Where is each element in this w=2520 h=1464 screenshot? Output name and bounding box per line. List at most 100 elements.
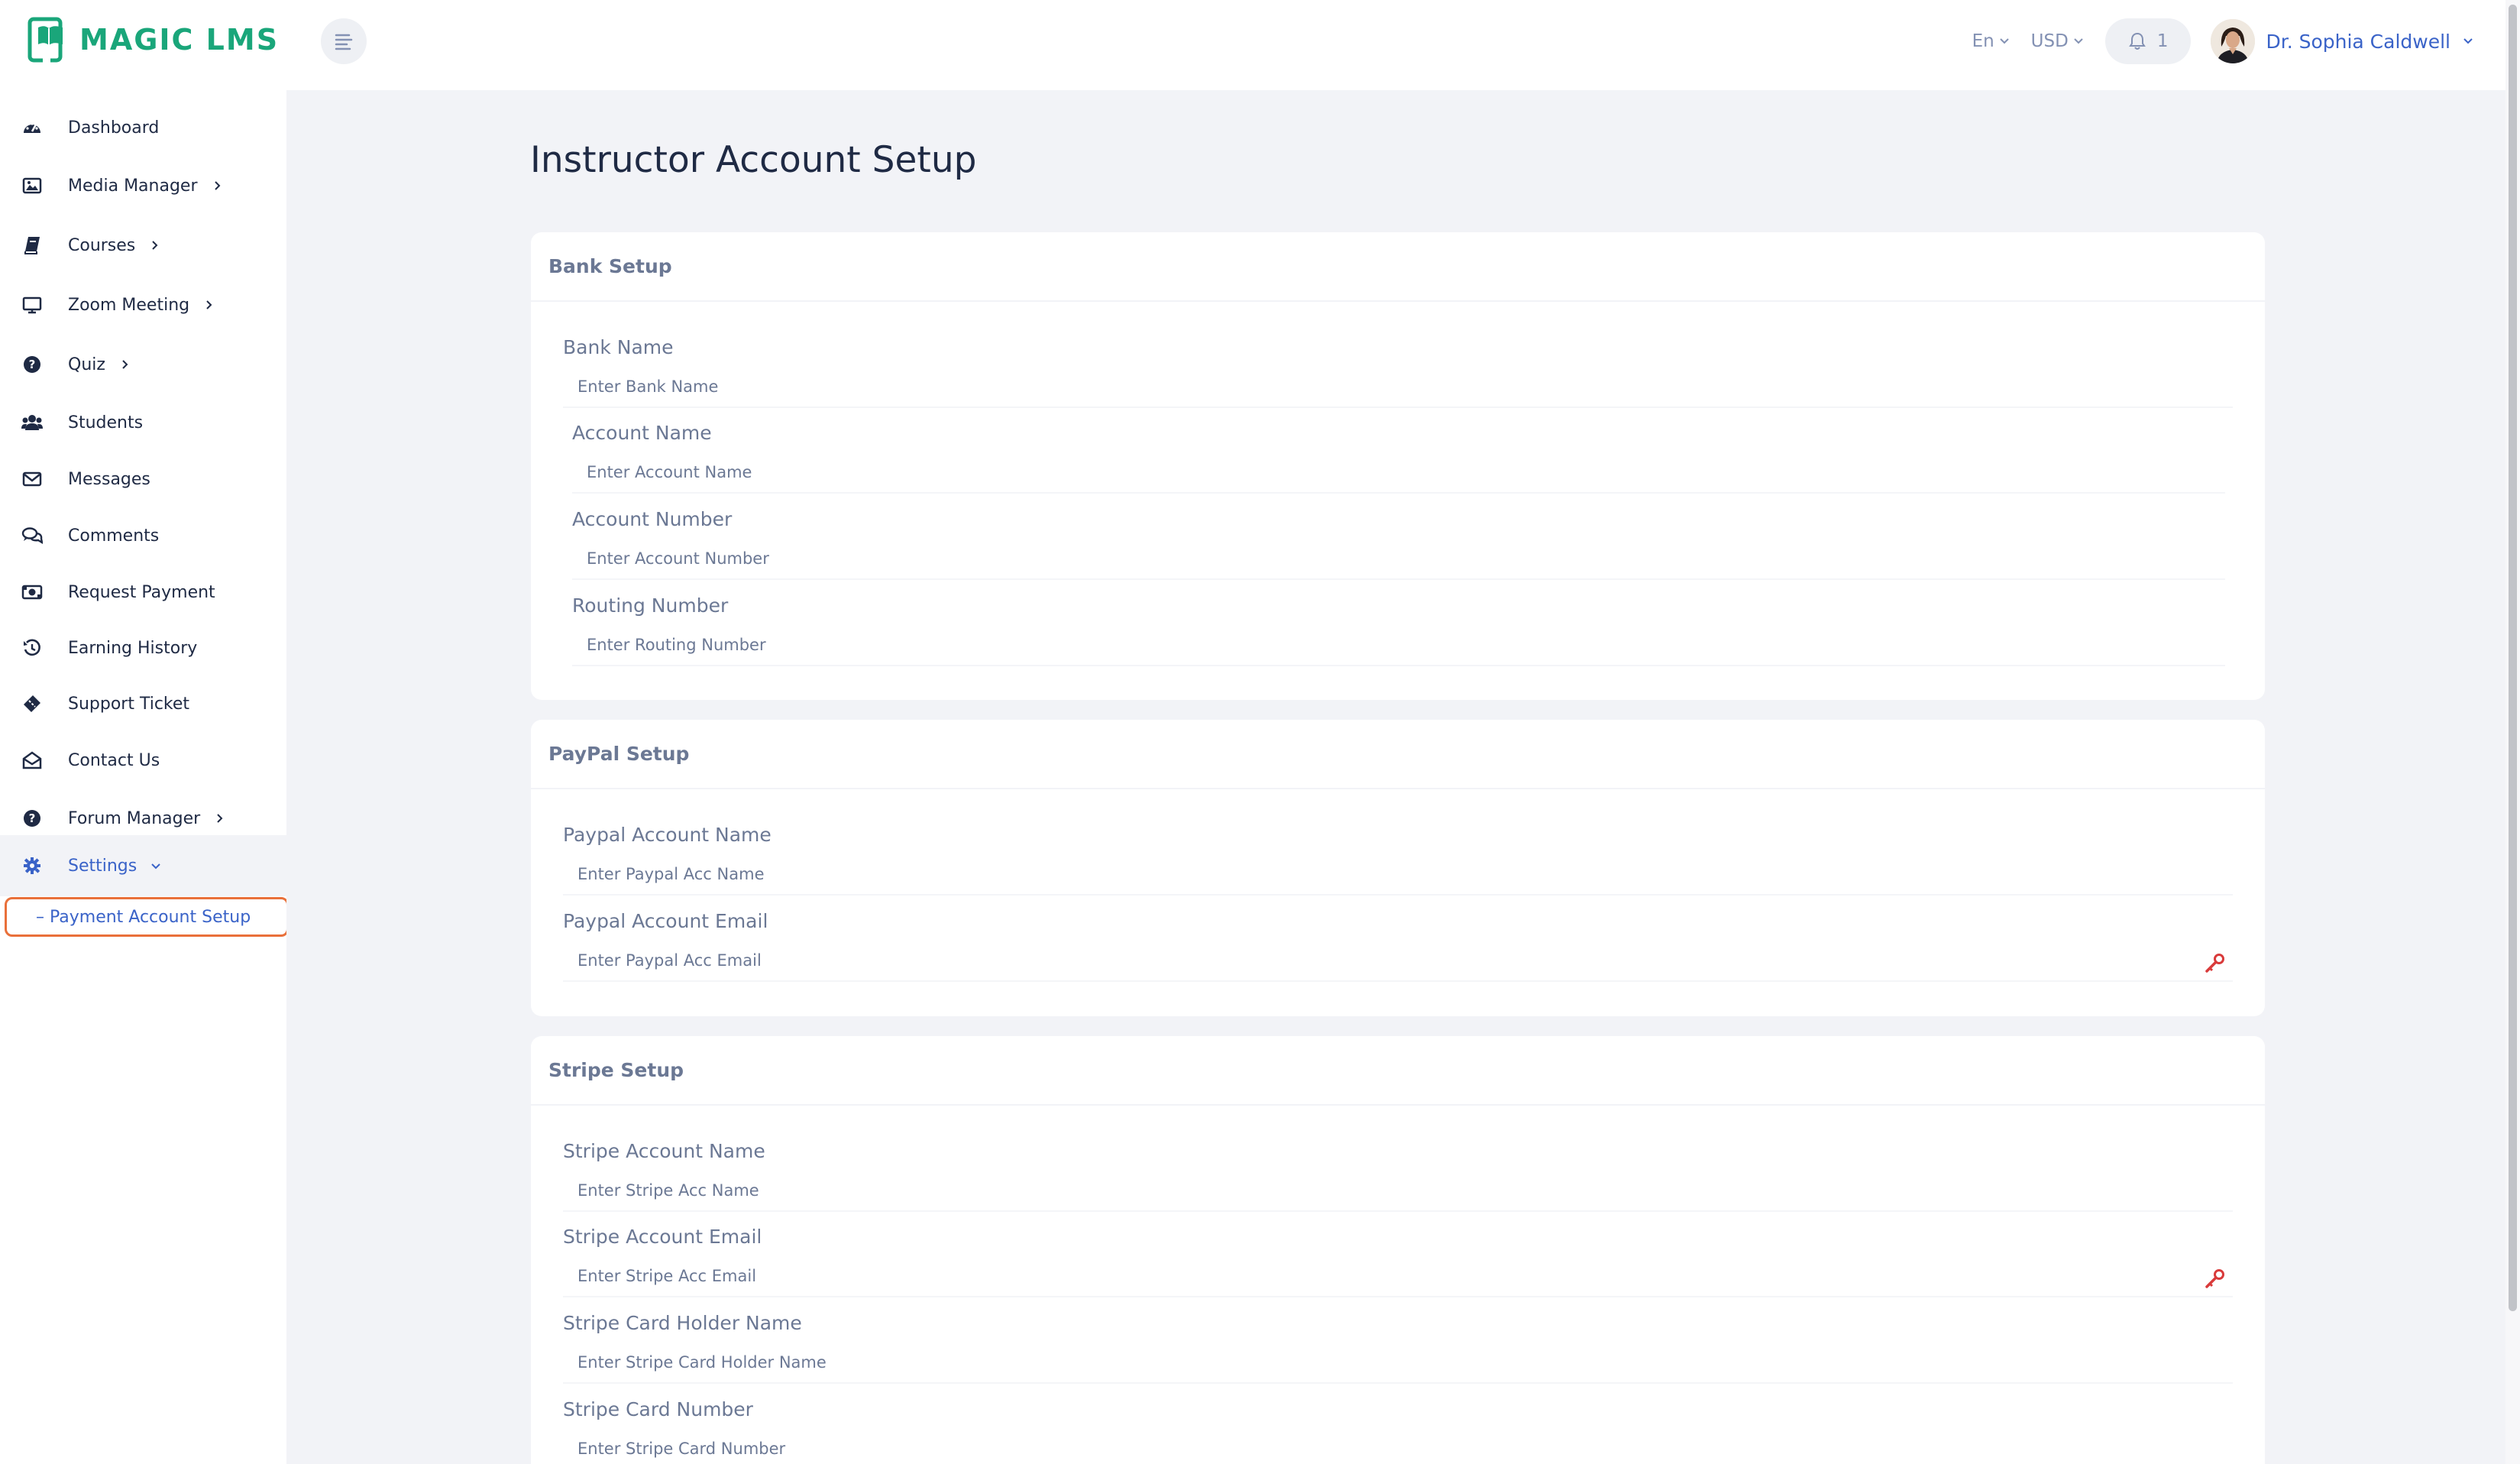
account-number-input[interactable] xyxy=(572,539,2225,580)
bank-setup-card: Bank Setup Bank Name Account Name Accoun… xyxy=(531,232,2265,700)
sidebar-item-label: Request Payment xyxy=(68,582,215,602)
monitor-icon xyxy=(21,294,43,316)
sidebar-item-label: Support Ticket xyxy=(68,694,190,714)
svg-text:?: ? xyxy=(29,358,36,371)
language-dropdown[interactable]: En xyxy=(1972,31,2011,51)
sidebar-subitem-payment-account-setup[interactable]: – Payment Account Setup xyxy=(5,897,289,937)
sidebar-item-label: Contact Us xyxy=(68,750,160,770)
sidebar-item-dashboard[interactable]: Dashboard xyxy=(0,99,286,156)
gear-icon xyxy=(21,855,43,876)
sidebar-item-label: Settings xyxy=(68,856,137,876)
menu-lines-icon xyxy=(335,34,353,50)
stripe-account-email-input[interactable] xyxy=(563,1256,2233,1297)
notifications-button[interactable]: 1 xyxy=(2104,18,2192,64)
stripe-account-name-input[interactable] xyxy=(563,1171,2233,1212)
bank-name-field: Bank Name xyxy=(563,336,2233,408)
field-label: Paypal Account Name xyxy=(563,824,772,846)
sidebar-item-label: Earning History xyxy=(68,638,198,658)
chevron-right-icon xyxy=(152,241,158,250)
logo-text: MAGIC LMS xyxy=(79,23,280,57)
sidebar-item-settings[interactable]: Settings xyxy=(0,835,286,896)
history-icon xyxy=(21,637,43,659)
sidebar-item-zoom-meeting[interactable]: Zoom Meeting xyxy=(0,277,286,333)
sidebar-item-comments[interactable]: Comments xyxy=(0,507,286,564)
header-actions: En USD 1 Dr. Sophia Caldwell xyxy=(1972,17,2475,66)
sidebar: Dashboard Media Manager Courses Zoom Mee… xyxy=(0,90,289,1464)
top-header: MAGIC LMS En USD 1 Dr. Sophia Caldwell xyxy=(0,0,2505,90)
key-icon[interactable] xyxy=(2204,953,2225,974)
account-number-field: Account Number xyxy=(572,508,2225,580)
user-menu[interactable]: Dr. Sophia Caldwell xyxy=(2211,19,2475,63)
app-logo[interactable]: MAGIC LMS xyxy=(27,17,279,63)
card-title: PayPal Setup xyxy=(531,720,2265,789)
stripe-account-name-field: Stripe Account Name xyxy=(563,1140,2233,1212)
sidebar-item-label: Forum Manager xyxy=(68,808,201,828)
question-icon: ? xyxy=(21,354,43,375)
sidebar-item-label: Zoom Meeting xyxy=(68,295,190,315)
sidebar-item-request-payment[interactable]: Request Payment xyxy=(0,564,286,620)
sidebar-item-label: Dashboard xyxy=(68,118,160,138)
sidebar-item-students[interactable]: Students xyxy=(0,394,286,451)
paypal-setup-card: PayPal Setup Paypal Account Name Paypal … xyxy=(531,720,2265,1016)
ticket-icon xyxy=(21,693,43,714)
bell-icon xyxy=(2128,32,2146,50)
paypal-account-email-input[interactable] xyxy=(563,941,2233,982)
stripe-card-number-input[interactable] xyxy=(563,1429,2233,1464)
sidebar-item-contact-us[interactable]: Contact Us xyxy=(0,732,286,789)
main-content: Instructor Account Setup Bank Setup Bank… xyxy=(286,90,2505,1464)
key-icon[interactable] xyxy=(2204,1268,2225,1290)
sidebar-item-label: Students xyxy=(68,413,144,432)
sidebar-item-label: Quiz xyxy=(68,355,105,374)
page-title: Instructor Account Setup xyxy=(530,139,977,181)
envelope-icon xyxy=(21,468,43,490)
paypal-account-name-input[interactable] xyxy=(563,854,2233,896)
stripe-account-email-field: Stripe Account Email xyxy=(563,1226,2233,1297)
field-label: Account Name xyxy=(572,422,712,444)
account-name-field: Account Name xyxy=(572,422,2225,494)
sidebar-item-support-ticket[interactable]: Support Ticket xyxy=(0,675,286,732)
sidebar-item-earning-history[interactable]: Earning History xyxy=(0,620,286,676)
page-scrollbar[interactable] xyxy=(2505,0,2520,1464)
sidebar-item-label: Courses xyxy=(68,235,136,255)
stripe-card-holder-input[interactable] xyxy=(563,1343,2233,1384)
field-label: Bank Name xyxy=(563,336,674,358)
image-icon xyxy=(21,175,43,196)
stripe-card-number-field: Stripe Card Number xyxy=(563,1398,2233,1464)
sidebar-item-messages[interactable]: Messages xyxy=(0,451,286,507)
dashboard-icon xyxy=(21,117,43,138)
menu-toggle-button[interactable] xyxy=(321,18,367,64)
users-icon xyxy=(21,412,43,433)
bank-name-input[interactable] xyxy=(563,367,2233,408)
stripe-card-holder-field: Stripe Card Holder Name xyxy=(563,1312,2233,1384)
avatar xyxy=(2211,19,2256,63)
routing-number-field: Routing Number xyxy=(572,594,2225,666)
chevron-right-icon xyxy=(214,181,220,190)
svg-text:?: ? xyxy=(29,811,36,825)
account-name-input[interactable] xyxy=(572,452,2225,494)
sidebar-item-quiz[interactable]: ? Quiz xyxy=(0,336,286,393)
chevron-right-icon xyxy=(122,360,128,369)
routing-number-input[interactable] xyxy=(572,625,2225,666)
book-icon xyxy=(21,235,43,256)
card-title: Stripe Setup xyxy=(531,1036,2265,1106)
chevron-down-icon xyxy=(1999,38,2009,44)
user-name: Dr. Sophia Caldwell xyxy=(2266,30,2450,53)
field-label: Stripe Account Email xyxy=(563,1226,762,1248)
question-icon: ? xyxy=(21,808,43,829)
sidebar-item-media-manager[interactable]: Media Manager xyxy=(0,157,286,214)
currency-value: USD xyxy=(2030,31,2069,51)
sidebar-item-courses[interactable]: Courses xyxy=(0,217,286,274)
chevron-down-icon xyxy=(2463,38,2473,44)
field-label: Paypal Account Email xyxy=(563,910,768,932)
currency-dropdown[interactable]: USD xyxy=(2031,31,2085,51)
paypal-account-email-field: Paypal Account Email xyxy=(563,910,2233,982)
chevron-right-icon xyxy=(206,300,212,309)
sidebar-item-label: Media Manager xyxy=(68,176,198,196)
scrollbar-thumb[interactable] xyxy=(2509,5,2517,1311)
field-label: Stripe Card Number xyxy=(563,1398,753,1420)
envelope-open-icon xyxy=(21,750,43,771)
field-label: Stripe Card Holder Name xyxy=(563,1312,802,1334)
chevron-down-icon xyxy=(2074,38,2083,44)
field-label: Account Number xyxy=(572,508,733,530)
language-value: En xyxy=(1972,31,1994,51)
